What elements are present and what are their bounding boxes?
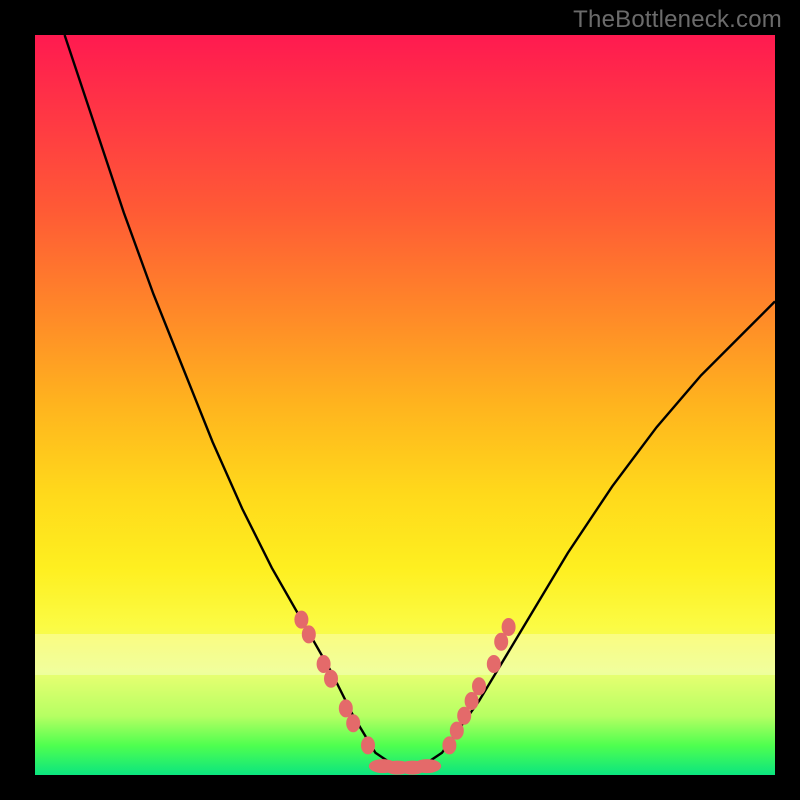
- data-marker: [442, 736, 456, 754]
- chart-frame: TheBottleneck.com: [0, 0, 800, 800]
- data-marker: [502, 618, 516, 636]
- data-marker: [346, 714, 360, 732]
- data-marker: [465, 692, 479, 710]
- chart-svg: [35, 35, 775, 775]
- markers-bottom: [369, 759, 441, 775]
- data-marker: [413, 759, 441, 773]
- watermark-text: TheBottleneck.com: [573, 6, 782, 34]
- plot-area: [35, 35, 775, 775]
- data-marker: [324, 670, 338, 688]
- data-marker: [302, 625, 316, 643]
- bottleneck-curve: [65, 35, 775, 768]
- data-marker: [294, 611, 308, 629]
- data-marker: [494, 633, 508, 651]
- data-marker: [339, 699, 353, 717]
- markers-right: [442, 618, 515, 754]
- data-marker: [361, 736, 375, 754]
- data-marker: [472, 677, 486, 695]
- data-marker: [450, 722, 464, 740]
- data-marker: [457, 707, 471, 725]
- data-marker: [487, 655, 501, 673]
- data-marker: [317, 655, 331, 673]
